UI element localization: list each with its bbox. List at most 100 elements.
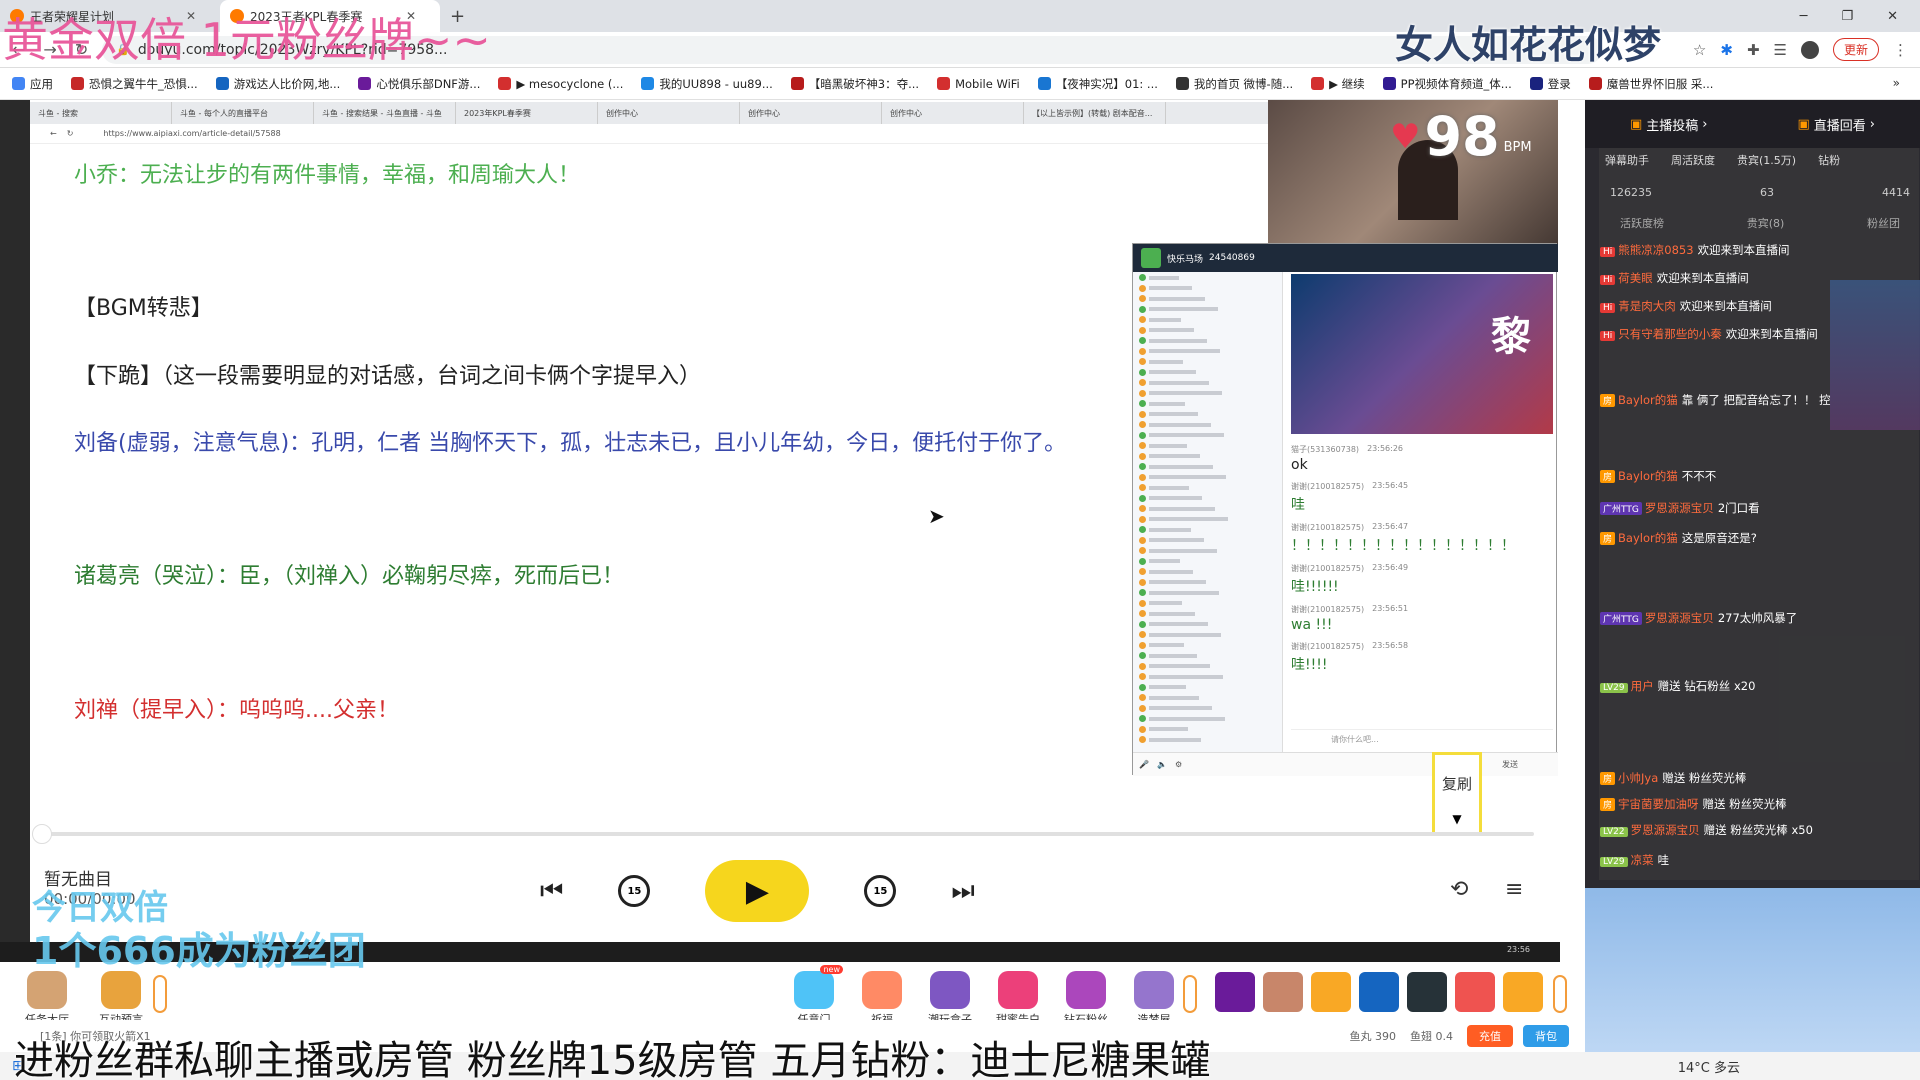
settings-icon[interactable]: ⚙ <box>1175 760 1182 769</box>
rewind-15-icon[interactable]: 15 <box>618 875 651 907</box>
puzzle-icon[interactable]: ✚ <box>1747 41 1760 59</box>
bookmark-item[interactable]: 魔兽世界怀旧服 采... <box>1588 76 1713 92</box>
gift-button[interactable]: 祈福 <box>853 965 911 1027</box>
chat-text: 哇 <box>1657 853 1670 867</box>
chat-username[interactable]: Baylor的猫 <box>1618 393 1678 407</box>
previous-icon[interactable]: ⏮ <box>540 876 563 907</box>
expand-handle[interactable] <box>1183 975 1197 1013</box>
recharge-button[interactable]: 充值 <box>1467 1025 1513 1047</box>
maximize-icon[interactable]: ❐ <box>1841 9 1853 24</box>
gift-item-icon[interactable] <box>1311 972 1351 1012</box>
gift-item-icon[interactable] <box>1455 972 1495 1012</box>
chat-username[interactable]: 荷美眼 <box>1618 271 1653 285</box>
member-row <box>1139 326 1276 336</box>
gift-icon <box>1134 971 1174 1009</box>
expand-handle[interactable] <box>153 975 167 1013</box>
progress-track[interactable] <box>44 832 1534 836</box>
inner-tab: 【以上皆示例】(转载) 剧本配音... <box>1024 102 1166 124</box>
gift-button[interactable]: 钻石粉丝 <box>1057 965 1115 1027</box>
chat-subtab[interactable]: 钻粉 <box>1818 152 1840 168</box>
play-button[interactable]: ▶ <box>705 860 810 922</box>
loop-icon[interactable]: ⟲ <box>1450 877 1468 902</box>
send-button[interactable]: 发送 <box>1502 759 1518 770</box>
bookmark-item[interactable]: Mobile WiFi <box>937 77 1020 91</box>
menu-icon[interactable]: ⋮ <box>1893 41 1908 59</box>
chat-subtab[interactable]: 弹幕助手 <box>1605 152 1649 168</box>
mic-icon[interactable]: 🎤 <box>1139 760 1149 769</box>
expand-handle[interactable] <box>1553 975 1567 1013</box>
chat-username[interactable]: 用户 <box>1631 679 1654 693</box>
fans-rank[interactable]: 粉丝团 <box>1867 215 1900 231</box>
bookmark-label: 恐惧之翼牛牛_恐惧... <box>89 76 198 91</box>
gift-button[interactable]: 潮玩盒子 <box>921 965 979 1027</box>
progress-handle[interactable] <box>32 824 52 844</box>
minimize-icon[interactable]: ─ <box>1800 9 1808 24</box>
chat-username[interactable]: 凉菜 <box>1631 853 1654 867</box>
more-bookmarks-icon[interactable]: » <box>1893 76 1900 90</box>
backpack-button[interactable]: 背包 <box>1523 1025 1569 1047</box>
close-window-icon[interactable]: ✕ <box>1887 9 1898 24</box>
member-name-bar <box>1149 475 1226 480</box>
chat-username[interactable]: 宇宙菌要加油呀 <box>1618 797 1699 811</box>
chat-username[interactable]: Baylor的猫 <box>1618 469 1678 483</box>
profile-icon[interactable] <box>1800 40 1819 59</box>
bookmark-item[interactable]: 恐惧之翼牛牛_恐惧... <box>71 76 198 92</box>
chat-subtab[interactable]: 贵宾(1.5万) <box>1737 152 1796 168</box>
reading-list-icon[interactable]: ☰ <box>1774 41 1787 59</box>
user-badge: LV29 <box>1600 857 1628 867</box>
speaker-icon[interactable]: 🔈 <box>1157 760 1167 769</box>
chat-text: 这是原音还是? <box>1681 531 1757 545</box>
chat-username[interactable]: 罗恩源源宝贝 <box>1631 823 1700 837</box>
member-avatar <box>1139 284 1146 292</box>
gift-button[interactable]: 任意门new <box>785 965 843 1027</box>
bookmarks-bar: 应用 恐惧之翼牛牛_恐惧... 游戏达人比价网,地... 心悦俱乐部DNF游... ▶ … <box>0 68 1920 100</box>
chat-message: 广州TTG 罗恩源源宝贝 277太帅风暴了 <box>1600 610 1905 626</box>
gift-item-icon[interactable] <box>1263 972 1303 1012</box>
vip-rank[interactable]: 贵宾(8) <box>1747 215 1785 231</box>
bookmark-item[interactable]: 游戏达人比价网,地... <box>215 76 340 92</box>
bookmark-item[interactable]: 【暗黑破坏神3：夺... <box>790 76 919 92</box>
forward-15-icon[interactable]: 15 <box>864 875 897 907</box>
chat-username[interactable]: 罗恩源源宝贝 <box>1645 611 1714 625</box>
bookmark-item[interactable]: 我的UU898 - uu89... <box>641 76 773 92</box>
bookmark-item[interactable]: 登录 <box>1529 76 1571 92</box>
chat-ranks: 活跃度榜 贵宾(8) 粉丝团 <box>1620 215 1900 231</box>
star-icon[interactable]: ☆ <box>1693 41 1706 59</box>
bookmark-item[interactable]: 我的首页 微博-随... <box>1175 76 1293 92</box>
chat-username[interactable]: 青是肉大肉 <box>1618 299 1676 313</box>
bookmark-item[interactable]: PP视频体育频道_体... <box>1382 76 1512 92</box>
chat-username[interactable]: 只有守着那些的小秦 <box>1618 327 1722 341</box>
extension-icon[interactable]: ✱ <box>1720 41 1733 59</box>
bookmark-item[interactable]: ▶ 继续 <box>1311 76 1365 92</box>
qq-message: 谢谢(2100182575) 23:56:47 ！！！！！！！！！！！！！！！！ <box>1291 522 1553 555</box>
chat-username[interactable]: Baylor的猫 <box>1618 531 1678 545</box>
bookmark-item[interactable]: 应用 <box>12 76 53 92</box>
gift-item-icon[interactable] <box>1359 972 1399 1012</box>
gift-item-icon[interactable] <box>1503 972 1543 1012</box>
qq-input[interactable]: 请你什么吧... <box>1291 729 1553 749</box>
chat-username[interactable]: 小帅Jya <box>1618 771 1658 785</box>
bookmark-item[interactable]: ▶ mesocyclone (... <box>498 77 623 91</box>
playlist-icon[interactable]: ≡ <box>1505 877 1523 902</box>
member-avatar <box>1139 410 1146 418</box>
chat-username[interactable]: 罗恩源源宝贝 <box>1645 501 1714 515</box>
member-name-bar <box>1149 527 1191 532</box>
gift-button[interactable]: 造梦屋 <box>1125 965 1183 1027</box>
chat-username[interactable]: 熊熊凉凉0853 <box>1618 243 1693 257</box>
member-row <box>1139 704 1276 714</box>
bookmark-item[interactable]: 【夜神实况】01: ... <box>1037 76 1158 92</box>
gift-item-icon[interactable] <box>1407 972 1447 1012</box>
member-row <box>1139 515 1276 525</box>
next-icon[interactable]: ⏭ <box>951 876 974 907</box>
replay-tab[interactable]: ▣ 直播回看 › <box>1797 115 1875 134</box>
update-button[interactable]: 更新 <box>1832 38 1879 61</box>
activity-rank[interactable]: 活跃度榜 <box>1620 215 1664 231</box>
gift-button[interactable]: 甜蜜告白 <box>989 965 1047 1027</box>
member-avatar <box>1139 274 1146 282</box>
gift-item-icon[interactable] <box>1215 972 1255 1012</box>
bookmark-item[interactable]: 心悦俱乐部DNF游... <box>358 76 480 92</box>
chat-subtab[interactable]: 周活跃度 <box>1671 152 1715 168</box>
upload-tab[interactable]: ▣ 主播投稿 › <box>1630 115 1708 134</box>
member-avatar <box>1139 704 1146 712</box>
bookmarks-list: 应用 恐惧之翼牛牛_恐惧... 游戏达人比价网,地... 心悦俱乐部DNF游... ▶ … <box>12 76 1731 92</box>
